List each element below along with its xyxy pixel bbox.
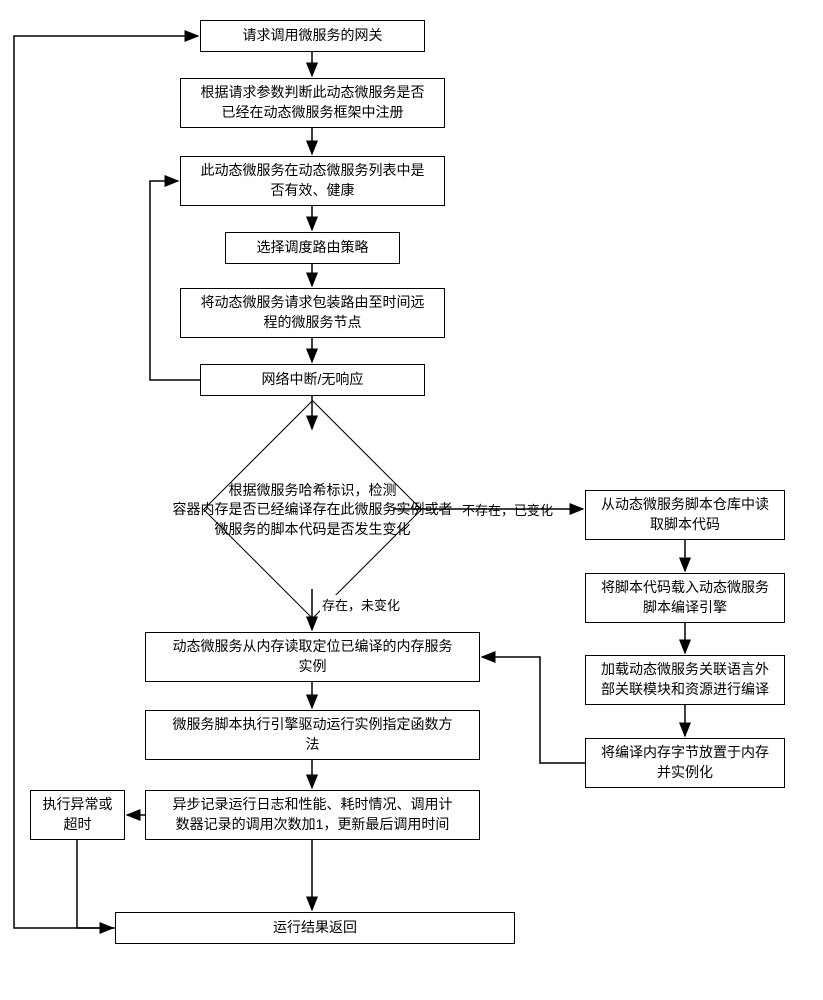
- load-compile-engine: 将脚本代码载入动态微服务 脚本编译引擎: [585, 573, 785, 623]
- check-health: 此动态微服务在动态微服务列表中是 否有效、健康: [180, 156, 445, 206]
- read-compiled-instance: 动态微服务从内存读取定位已编译的内存服务 实例: [145, 632, 480, 682]
- node-label: 异步记录运行日志和性能、耗时情况、调用计 数器记录的调用次数加1，更新最后调用时…: [173, 795, 453, 834]
- node-label: 将编译内存字节放置于内存 并实例化: [601, 743, 769, 782]
- node-label: 选择调度路由策略: [257, 238, 369, 258]
- select-route: 选择调度路由策略: [225, 232, 400, 264]
- node-label: 从动态微服务脚本仓库中读 取脚本代码: [601, 495, 769, 534]
- edge-exist: 存在，未变化: [320, 595, 402, 614]
- edge-not-exist: 不存在，已变化: [460, 500, 555, 519]
- read-script-repo: 从动态微服务脚本仓库中读 取脚本代码: [585, 490, 785, 540]
- return-result: 运行结果返回: [115, 912, 515, 944]
- node-label: 运行结果返回: [273, 918, 357, 938]
- load-external-modules: 加载动态微服务关联语言外 部关联模块和资源进行编译: [585, 655, 785, 705]
- node-label: 微服务脚本执行引擎驱动运行实例指定函数方 法: [173, 715, 453, 754]
- node-label: 将动态微服务请求包装路由至时间远 程的微服务节点: [201, 293, 425, 332]
- instantiate-bytecode: 将编译内存字节放置于内存 并实例化: [585, 738, 785, 788]
- network-interrupt: 网络中断/无响应: [200, 364, 425, 396]
- node-label: 加载动态微服务关联语言外 部关联模块和资源进行编译: [601, 660, 769, 699]
- node-label: 网络中断/无响应: [262, 370, 364, 390]
- check-registered: 根据请求参数判断此动态微服务是否 已经在动态微服务框架中注册: [180, 78, 445, 128]
- wrap-route: 将动态微服务请求包装路由至时间远 程的微服务节点: [180, 288, 445, 338]
- node-label: 根据请求参数判断此动态微服务是否 已经在动态微服务框架中注册: [201, 83, 425, 122]
- exec-engine-run: 微服务脚本执行引擎驱动运行实例指定函数方 法: [145, 710, 480, 760]
- node-label: 将脚本代码载入动态微服务 脚本编译引擎: [601, 578, 769, 617]
- node-label: 此动态微服务在动态微服务列表中是 否有效、健康: [201, 161, 425, 200]
- node-label: 动态微服务从内存读取定位已编译的内存服务 实例: [173, 637, 453, 676]
- gateway-request: 请求调用微服务的网关: [200, 20, 425, 52]
- exec-timeout: 执行异常或 超时: [30, 790, 125, 840]
- node-label: 执行异常或 超时: [43, 795, 113, 834]
- node-label: 请求调用微服务的网关: [243, 26, 383, 46]
- hash-check-decision: [203, 400, 422, 619]
- async-log: 异步记录运行日志和性能、耗时情况、调用计 数器记录的调用次数加1，更新最后调用时…: [145, 790, 480, 840]
